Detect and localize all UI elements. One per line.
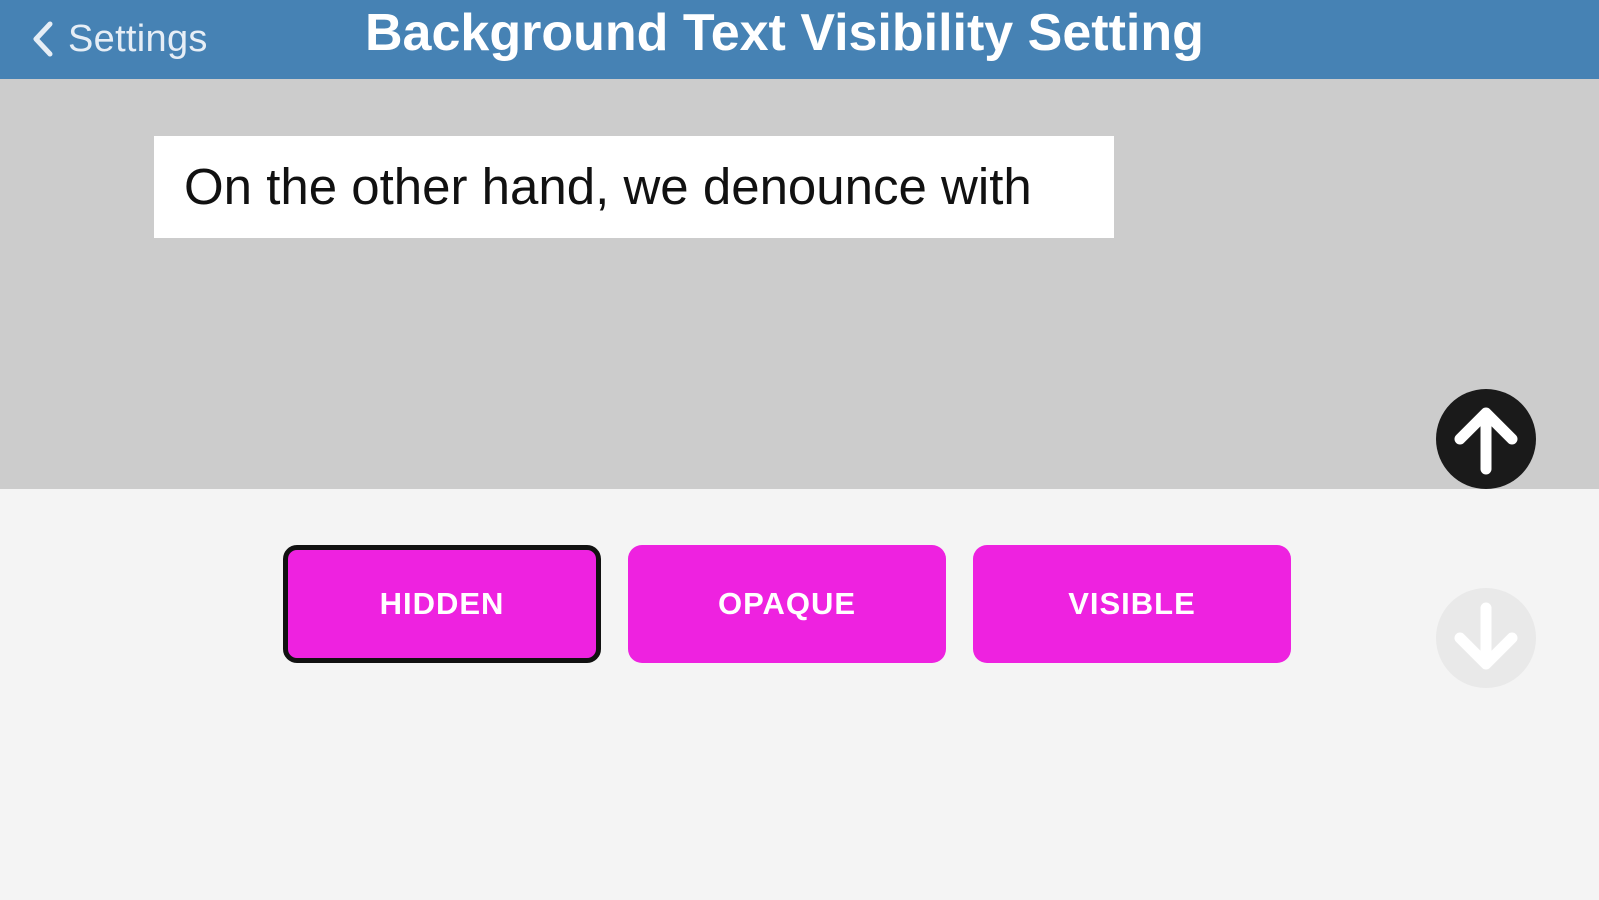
option-visible-label: VISIBLE [1068, 586, 1196, 621]
page-title: Background Text Visibility Setting [365, 4, 1204, 62]
arrow-up-icon [1454, 407, 1518, 475]
back-button[interactable]: Settings [28, 12, 208, 66]
preview-area: On the other hand, we denounce with [0, 79, 1599, 489]
navigation-bar: Settings Background Text Visibility Sett… [0, 0, 1599, 79]
scroll-down-button[interactable] [1436, 588, 1536, 688]
chevron-left-icon [33, 21, 53, 57]
option-hidden-label: HIDDEN [379, 586, 505, 621]
option-hidden-button[interactable]: HIDDEN [283, 545, 601, 663]
back-button-label: Settings [68, 17, 208, 60]
preview-text-box: On the other hand, we denounce with [154, 136, 1114, 238]
option-opaque-button[interactable]: OPAQUE [628, 545, 946, 663]
option-opaque-label: OPAQUE [717, 586, 857, 621]
app-window: Settings Background Text Visibility Sett… [0, 0, 1599, 900]
arrow-down-icon [1454, 602, 1518, 670]
scroll-up-button[interactable] [1436, 389, 1536, 489]
option-visible-button[interactable]: VISIBLE [973, 545, 1291, 663]
